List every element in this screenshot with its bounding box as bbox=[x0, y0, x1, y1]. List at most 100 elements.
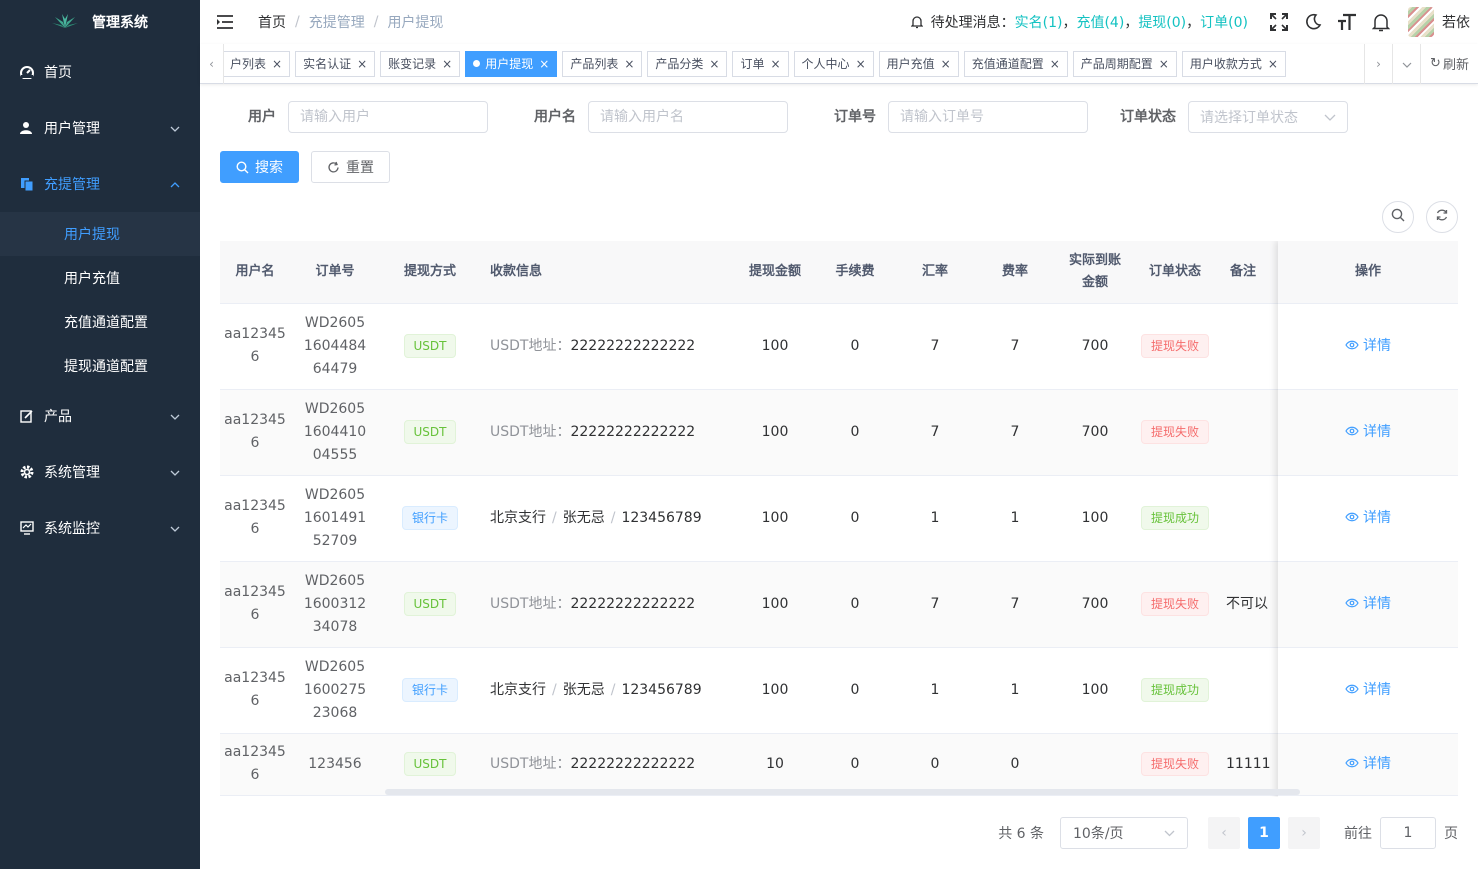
tags-scroll-left[interactable]: ‹ bbox=[200, 43, 224, 84]
tag-order[interactable]: 订单 × bbox=[732, 50, 789, 77]
logo[interactable]: 管理系统 bbox=[0, 0, 200, 44]
user-input[interactable] bbox=[288, 101, 488, 133]
close-icon[interactable]: × bbox=[357, 57, 367, 71]
detail-button[interactable]: 详情 bbox=[1345, 507, 1391, 530]
refresh-icon bbox=[327, 161, 340, 174]
col-actual-line1: 实际到账 bbox=[1068, 252, 1121, 268]
close-icon[interactable]: × bbox=[539, 57, 549, 71]
close-icon[interactable]: × bbox=[624, 57, 634, 71]
pending-withdraw-link[interactable]: 提现(0) bbox=[1138, 12, 1186, 32]
sidebar-item-home[interactable]: 首页 bbox=[0, 44, 200, 100]
fullscreen-icon[interactable] bbox=[1269, 12, 1289, 32]
page-size-select[interactable]: 10条/页 bbox=[1060, 817, 1188, 849]
sidebar-subitem-withdraw-channel[interactable]: 提现通道配置 bbox=[0, 344, 200, 388]
tags-scroll-right[interactable]: › bbox=[1364, 43, 1392, 84]
tag-recharge-channel[interactable]: 充值通道配置 × bbox=[963, 50, 1068, 77]
page-number-active[interactable]: 1 bbox=[1248, 817, 1280, 849]
usdt-address: 22222222222222 bbox=[570, 423, 696, 440]
cell-receipt: USDT地址：22222222222222 bbox=[480, 303, 740, 390]
sidebar-item-recharge-withdraw[interactable]: 充提管理 bbox=[0, 156, 200, 212]
bell-icon[interactable] bbox=[1371, 12, 1391, 32]
cell-method: USDT bbox=[380, 733, 480, 796]
detail-button[interactable]: 详情 bbox=[1345, 679, 1391, 702]
user-name[interactable]: 若依 bbox=[1442, 12, 1470, 32]
username-part: 6 bbox=[250, 521, 260, 537]
close-icon[interactable]: × bbox=[272, 57, 282, 71]
sidebar-item-monitor[interactable]: 系统监控 bbox=[0, 500, 200, 556]
pending-order-link[interactable]: 订单(0) bbox=[1200, 12, 1248, 32]
pending-recharge-link[interactable]: 充值(4) bbox=[1076, 12, 1124, 32]
cell-username: aa12345 6 bbox=[220, 475, 290, 562]
tag-label: 产品分类 bbox=[655, 57, 704, 71]
detail-button[interactable]: 详情 bbox=[1345, 335, 1391, 358]
sidebar-subitem-recharge-channel[interactable]: 充值通道配置 bbox=[0, 300, 200, 344]
tag-realname[interactable]: 实名认证 × bbox=[295, 50, 376, 77]
tag-product-list[interactable]: 产品列表 × bbox=[562, 50, 643, 77]
tag-product-category[interactable]: 产品分类 × bbox=[647, 50, 728, 77]
refresh-button[interactable]: ↻ 刷新 bbox=[1420, 43, 1478, 84]
breadcrumb-home[interactable]: 首页 bbox=[258, 12, 286, 32]
tag-product-cycle[interactable]: 产品周期配置 × bbox=[1072, 50, 1177, 77]
close-icon[interactable]: × bbox=[709, 57, 719, 71]
close-icon[interactable]: × bbox=[1159, 57, 1169, 71]
method-tag: USDT bbox=[403, 420, 457, 444]
detail-button[interactable]: 详情 bbox=[1345, 593, 1391, 616]
cell-ops: 详情 bbox=[1278, 303, 1458, 390]
font-size-icon[interactable] bbox=[1337, 12, 1357, 32]
sidebar-item-user-management[interactable]: 用户管理 bbox=[0, 100, 200, 156]
close-icon[interactable]: × bbox=[856, 57, 866, 71]
sidebar-subitem-user-recharge[interactable]: 用户充值 bbox=[0, 256, 200, 300]
active-dot-icon bbox=[473, 60, 481, 67]
card-number: 123456789 bbox=[621, 681, 702, 698]
close-icon[interactable]: × bbox=[442, 57, 452, 71]
tag-label: 用户收款方式 bbox=[1189, 57, 1262, 71]
prev-page-button[interactable]: ‹ bbox=[1208, 817, 1240, 849]
submenu-recharge-withdraw: 用户提现 用户充值 充值通道配置 提现通道配置 bbox=[0, 212, 200, 388]
sidebar-subitem-user-withdraw[interactable]: 用户提现 bbox=[0, 212, 200, 256]
sidebar-item-system[interactable]: 系统管理 bbox=[0, 444, 200, 500]
goto-page-input[interactable]: 1 bbox=[1380, 817, 1436, 849]
tag-user-recharge[interactable]: 用户充值 × bbox=[878, 50, 959, 77]
status-badge: 提现成功 bbox=[1140, 678, 1209, 702]
close-icon[interactable]: × bbox=[770, 57, 780, 71]
order-no-input[interactable] bbox=[888, 101, 1088, 133]
next-page-button[interactable]: › bbox=[1288, 817, 1320, 849]
reset-button[interactable]: 重置 bbox=[311, 151, 390, 183]
close-icon[interactable]: × bbox=[1050, 57, 1060, 71]
username-input[interactable] bbox=[588, 101, 788, 133]
tag-user-withdraw[interactable]: 用户提现 × bbox=[465, 50, 558, 77]
detail-button[interactable]: 详情 bbox=[1345, 421, 1391, 444]
tag-balance-log[interactable]: 账变记录 × bbox=[380, 50, 461, 77]
detail-button[interactable]: 详情 bbox=[1345, 753, 1391, 776]
horizontal-scrollbar[interactable] bbox=[385, 789, 1300, 795]
tag-user-list[interactable]: 户列表 × bbox=[224, 50, 291, 77]
chevron-up-icon bbox=[170, 176, 180, 192]
cell-actual: 700 bbox=[1060, 389, 1130, 476]
hamburger-icon[interactable] bbox=[216, 14, 234, 30]
user-label: 用户 bbox=[248, 109, 276, 125]
search-button[interactable]: 搜索 bbox=[220, 151, 299, 183]
toggle-search-button[interactable] bbox=[1382, 201, 1414, 233]
order-no-part: 52709 bbox=[312, 532, 358, 549]
pending-realname-link[interactable]: 实名(1) bbox=[1015, 12, 1063, 32]
close-icon[interactable]: × bbox=[1268, 57, 1278, 71]
tags-dropdown[interactable] bbox=[1392, 43, 1420, 84]
breadcrumb-current: 用户提现 bbox=[387, 15, 444, 31]
tag-profile[interactable]: 个人中心 × bbox=[793, 50, 874, 77]
method-tag: USDT bbox=[403, 592, 457, 616]
dark-mode-icon[interactable] bbox=[1303, 12, 1323, 32]
sidebar-item-product[interactable]: 产品 bbox=[0, 388, 200, 444]
usdt-address-label: USDT地址： bbox=[490, 755, 571, 772]
order-no-part: 1600275 bbox=[303, 681, 367, 698]
usdt-address-label: USDT地址： bbox=[490, 423, 571, 440]
cell-amount: 100 bbox=[740, 475, 810, 562]
header-right: 待处理消息： 实名(1) ， 充值(4) ， 提现(0) ， 订单(0) 若依 bbox=[910, 0, 1478, 44]
cell-method: 银行卡 bbox=[380, 647, 480, 734]
refresh-label: 刷新 bbox=[1442, 58, 1469, 73]
avatar[interactable] bbox=[1408, 7, 1434, 37]
tag-user-payment-method[interactable]: 用户收款方式 × bbox=[1181, 50, 1286, 77]
refresh-table-button[interactable] bbox=[1426, 201, 1458, 233]
order-status-select[interactable]: 请选择订单状态 bbox=[1188, 101, 1348, 133]
close-icon[interactable]: × bbox=[941, 57, 951, 71]
cell-username: aa12345 6 bbox=[220, 733, 290, 796]
